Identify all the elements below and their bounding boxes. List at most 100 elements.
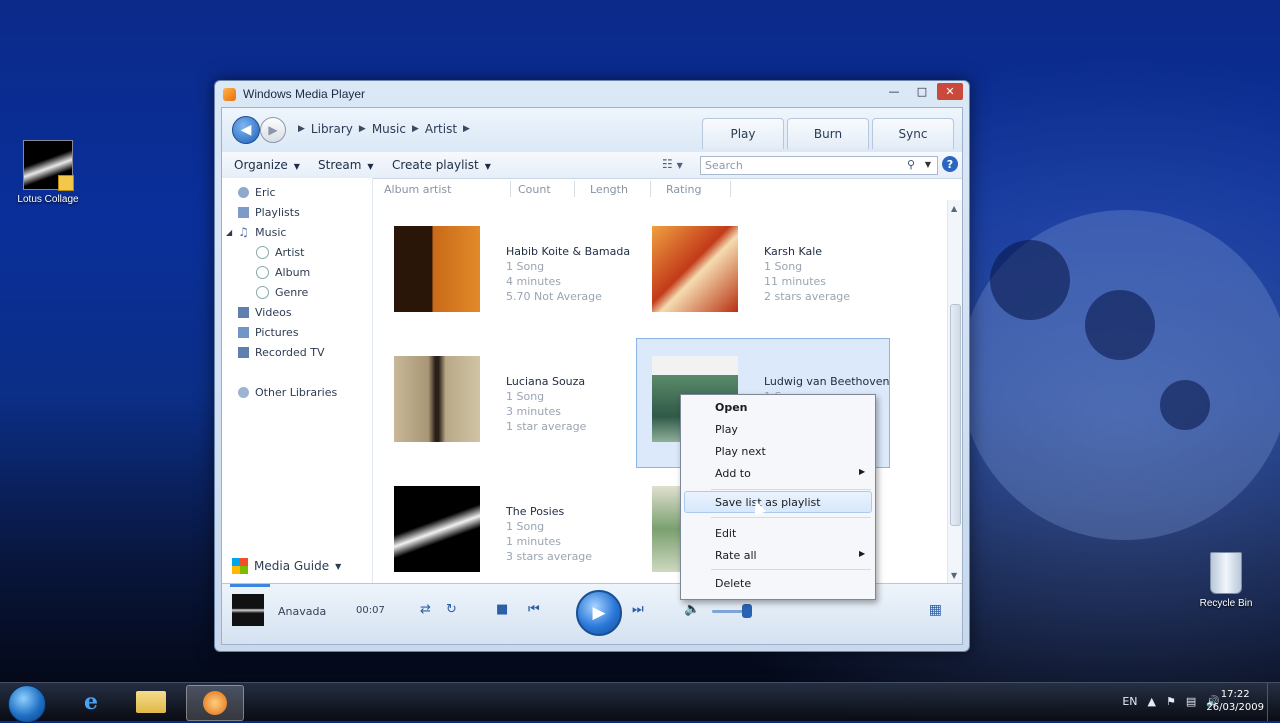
media-player-taskbar-button[interactable] bbox=[186, 685, 244, 721]
shuffle-icon[interactable]: ⇄ bbox=[420, 602, 431, 617]
search-input[interactable]: Search ⚲ ▼ bbox=[700, 156, 938, 175]
desktop-icon-lotus-collage[interactable]: Lotus Collage bbox=[10, 140, 86, 206]
album-cover bbox=[394, 226, 480, 312]
chevron-down-icon: ▼ bbox=[293, 162, 300, 171]
sidebar-item-label: Recorded TV bbox=[255, 346, 325, 359]
desktop-icon-recycle-bin[interactable]: Recycle Bin bbox=[1188, 552, 1264, 610]
organize-menu[interactable]: Organize ▼ bbox=[234, 158, 300, 172]
menu-item-open[interactable]: Open bbox=[715, 401, 748, 414]
column-album-artist[interactable]: Album artist bbox=[384, 183, 451, 196]
album-artist: Habib Koite & Bamada bbox=[506, 245, 631, 258]
reel-hole bbox=[1085, 290, 1155, 360]
show-desktop-button[interactable] bbox=[1267, 683, 1280, 721]
view-options-button[interactable]: ☷ ▼ bbox=[662, 157, 683, 171]
organize-label: Organize bbox=[234, 158, 288, 172]
language-indicator[interactable]: EN bbox=[1122, 695, 1137, 708]
next-icon[interactable]: ⏭ bbox=[632, 602, 644, 617]
maximize-button[interactable]: □ bbox=[909, 83, 935, 100]
menu-item-save-list-as-playlist[interactable]: Save list as playlist bbox=[715, 496, 821, 509]
media-guide-button[interactable]: Media Guide ▼ bbox=[232, 558, 341, 574]
sidebar-item-genre[interactable]: Genre bbox=[256, 286, 308, 299]
sidebar-item-pictures[interactable]: Pictures bbox=[238, 326, 299, 339]
create-playlist-menu[interactable]: Create playlist ▼ bbox=[392, 158, 491, 172]
sidebar-item-artist[interactable]: Artist bbox=[256, 246, 304, 259]
show-hidden-icons-icon[interactable]: ▲ bbox=[1148, 695, 1156, 708]
tab-sync[interactable]: Sync bbox=[872, 118, 954, 149]
scrollbar-thumb[interactable] bbox=[950, 304, 961, 526]
album-rating: 1 star average bbox=[506, 420, 587, 433]
internet-explorer-icon[interactable]: e bbox=[66, 685, 116, 719]
sidebar-item-label: Album bbox=[275, 266, 311, 279]
breadcrumb-artist[interactable]: Artist bbox=[425, 122, 457, 136]
sidebar-item-recorded-tv[interactable]: Recorded TV bbox=[238, 346, 325, 359]
column-length[interactable]: Length bbox=[590, 183, 628, 196]
album-cover bbox=[394, 356, 480, 442]
menu-item-label: Add to bbox=[715, 467, 751, 480]
scroll-up-icon[interactable]: ▲ bbox=[951, 204, 957, 213]
sidebar-item-videos[interactable]: Videos bbox=[238, 306, 292, 319]
collapse-icon[interactable]: ◢ bbox=[226, 228, 232, 237]
menu-separator bbox=[711, 489, 871, 490]
breadcrumb-library[interactable]: Library bbox=[311, 122, 353, 136]
reel-hole bbox=[1160, 380, 1210, 430]
now-playing-art[interactable] bbox=[232, 594, 264, 626]
stop-icon[interactable]: ■ bbox=[496, 602, 508, 617]
clock-date: 26/03/2009 bbox=[1206, 702, 1264, 713]
chevron-right-icon[interactable]: ▶ bbox=[463, 124, 470, 134]
menu-separator bbox=[711, 569, 871, 570]
sidebar-item-playlists[interactable]: Playlists bbox=[238, 206, 300, 219]
chevron-down-icon[interactable]: ▼ bbox=[925, 160, 931, 169]
explorer-folder-icon[interactable] bbox=[126, 685, 176, 719]
menu-item-delete[interactable]: Delete bbox=[715, 577, 751, 590]
play-button[interactable]: ▶ bbox=[576, 590, 622, 636]
volume-slider-thumb[interactable] bbox=[742, 604, 752, 618]
seek-bar[interactable] bbox=[230, 584, 270, 587]
sidebar-item-album[interactable]: Album bbox=[256, 266, 310, 279]
chevron-right-icon[interactable]: ▶ bbox=[412, 124, 419, 134]
menu-item-add-to[interactable]: Add to ▶ bbox=[715, 467, 865, 480]
sidebar-item-label: Genre bbox=[275, 286, 309, 299]
column-headers: Album artist Count Length Rating bbox=[374, 178, 962, 200]
context-menu: Open Play Play next Add to ▶ Save list as… bbox=[680, 394, 876, 600]
scroll-down-icon[interactable]: ▼ bbox=[951, 571, 957, 580]
sidebar-item-eric[interactable]: Eric bbox=[238, 186, 276, 199]
music-note-icon: ♫ bbox=[238, 225, 249, 239]
back-button[interactable]: ◀ bbox=[232, 116, 260, 144]
column-count[interactable]: Count bbox=[518, 183, 551, 196]
menu-item-play-next[interactable]: Play next bbox=[715, 445, 766, 458]
back-arrow-icon: ◀ bbox=[240, 122, 252, 138]
breadcrumb-music[interactable]: Music bbox=[372, 122, 406, 136]
tab-play[interactable]: Play bbox=[702, 118, 784, 149]
album-length: 1 minutes bbox=[506, 535, 562, 548]
menu-item-edit[interactable]: Edit bbox=[715, 527, 736, 540]
title-bar[interactable]: Windows Media Player — □ ✕ bbox=[215, 81, 969, 107]
sidebar-item-music[interactable]: ◢ ♫ Music bbox=[226, 226, 286, 239]
close-button[interactable]: ✕ bbox=[937, 83, 963, 100]
clock[interactable]: 17:22 26/03/2009 bbox=[1206, 688, 1264, 714]
stream-menu[interactable]: Stream ▼ bbox=[318, 158, 374, 172]
vertical-scrollbar[interactable]: ▲ ▼ bbox=[947, 200, 962, 584]
previous-icon[interactable]: ⏮ bbox=[528, 602, 540, 617]
volume-icon[interactable]: 🔈 bbox=[684, 602, 700, 617]
minimize-button[interactable]: — bbox=[881, 83, 907, 100]
tab-burn[interactable]: Burn bbox=[787, 118, 869, 149]
action-center-flag-icon[interactable]: ⚑ bbox=[1166, 695, 1176, 708]
search-icon[interactable]: ⚲ bbox=[907, 158, 915, 171]
menu-item-rate-all[interactable]: Rate all ▶ bbox=[715, 549, 865, 562]
play-icon: ▶ bbox=[592, 603, 606, 623]
chevron-right-icon: ▶ bbox=[298, 124, 305, 134]
network-icon[interactable]: ▤ bbox=[1186, 695, 1196, 708]
navigation-bar: ◀ ▶ ▶ Library ▶ Music ▶ Artist ▶ Play Bu… bbox=[222, 108, 962, 152]
submenu-arrow-icon: ▶ bbox=[859, 549, 866, 558]
chevron-right-icon[interactable]: ▶ bbox=[359, 124, 366, 134]
start-button[interactable] bbox=[8, 685, 46, 723]
column-rating[interactable]: Rating bbox=[666, 183, 701, 196]
sidebar-item-other-libraries[interactable]: Other Libraries bbox=[238, 386, 337, 399]
forward-button[interactable]: ▶ bbox=[260, 117, 286, 143]
album-artist: Karsh Kale bbox=[764, 245, 823, 258]
help-icon[interactable]: ? bbox=[942, 156, 958, 172]
menu-item-play[interactable]: Play bbox=[715, 423, 738, 436]
clock-time: 17:22 bbox=[1220, 689, 1250, 700]
repeat-icon[interactable]: ↻ bbox=[446, 602, 457, 617]
switch-to-now-playing-icon[interactable]: ▦ bbox=[929, 602, 942, 618]
